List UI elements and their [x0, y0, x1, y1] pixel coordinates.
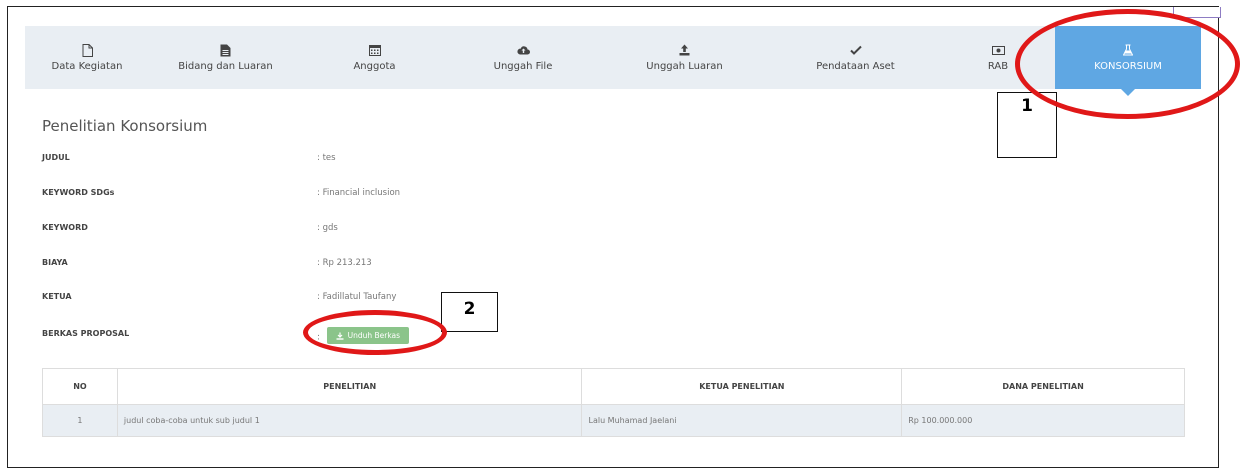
column-header: DANA PENELITIAN	[901, 368, 1185, 405]
table-row[interactable]: 1 judul coba-coba untuk sub judul 1 Lalu…	[42, 404, 1185, 437]
detail-value: : gds	[317, 223, 338, 233]
tab-unggah-file[interactable]: Unggah File	[447, 26, 599, 89]
tab-label: Bidang dan Luaran	[178, 61, 273, 72]
detail-value: : tes	[317, 153, 336, 163]
tab-bidang-luaran[interactable]: Bidang dan Luaran	[149, 26, 302, 89]
detail-value: : Financial inclusion	[317, 188, 401, 198]
detail-label: BIAYA	[42, 258, 68, 267]
file-icon	[82, 43, 93, 57]
tab-label: Pendataan Aset	[816, 61, 895, 72]
tab-label: Unggah Luaran	[646, 61, 723, 72]
penelitian-table: NO PENELITIAN KETUA PENELITIAN DANA PENE…	[42, 368, 1185, 437]
cloud-upload-icon	[516, 43, 530, 57]
tab-label: Unggah File	[493, 61, 553, 72]
table-header-row: NO PENELITIAN KETUA PENELITIAN DANA PENE…	[42, 368, 1185, 405]
tab-label: Anggota	[353, 61, 396, 72]
document-icon	[220, 43, 231, 57]
tab-label: RAB	[987, 61, 1009, 72]
detail-label: KEYWORD SDGs	[42, 188, 115, 197]
detail-label: JUDUL	[42, 153, 70, 162]
check-icon	[849, 43, 862, 57]
column-header: PENELITIAN	[116, 368, 583, 405]
calendar-icon	[368, 43, 381, 57]
detail-label: BERKAS PROPOSAL	[42, 329, 130, 338]
tab-pendataan-aset[interactable]: Pendataan Aset	[770, 26, 941, 89]
tab-label: Data Kegiatan	[51, 61, 123, 72]
table-cell: Rp 100.000.000	[901, 404, 1185, 437]
page-title: Penelitian Konsorsium	[42, 117, 208, 135]
column-header: KETUA PENELITIAN	[581, 368, 903, 405]
column-header: NO	[42, 368, 118, 405]
annotation-ellipse-1	[1015, 9, 1240, 119]
annotation-ellipse-2	[303, 310, 447, 355]
table-cell: 1	[42, 404, 118, 437]
money-icon	[991, 43, 1005, 57]
table-cell: judul coba-coba untuk sub judul 1	[116, 404, 583, 437]
detail-label: KETUA	[42, 292, 72, 301]
annotation-box-2: 2	[441, 292, 498, 332]
upload-icon	[679, 43, 690, 57]
detail-label: KEYWORD	[42, 223, 88, 232]
tab-data-kegiatan[interactable]: Data Kegiatan	[25, 26, 149, 89]
table-cell: Lalu Muhamad Jaelani	[581, 404, 903, 437]
detail-value: : Rp 213.213	[317, 258, 372, 268]
tab-unggah-luaran[interactable]: Unggah Luaran	[599, 26, 770, 89]
tab-anggota[interactable]: Anggota	[302, 26, 447, 89]
